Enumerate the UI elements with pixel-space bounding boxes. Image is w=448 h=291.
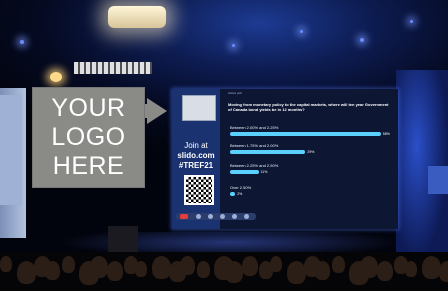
- poll-option-bar-track: 11%: [230, 170, 386, 174]
- poll-option-bar: [230, 192, 236, 196]
- projection-screen: Join at slido.com #TREF21 Active poll Mo…: [172, 89, 398, 229]
- ceiling-light: [20, 40, 24, 44]
- audience-head: [270, 256, 282, 272]
- audience-head: [377, 261, 393, 281]
- ceiling-light: [300, 30, 303, 33]
- poll-question: Moving from monetary policy to the capit…: [228, 102, 389, 112]
- ceiling-light: [232, 44, 235, 47]
- slide-sidebar: Join at slido.com #TREF21: [172, 89, 220, 229]
- poll-header: Active poll: [228, 91, 242, 95]
- poll-option-percent: 2%: [237, 192, 243, 196]
- poll-option-bar: [230, 150, 306, 154]
- chandelier: [108, 6, 166, 28]
- toolbar-dot-icon: [208, 214, 213, 219]
- audience-head: [107, 261, 123, 281]
- poll-option-bar-track: 2%: [230, 192, 386, 196]
- audience-head: [62, 256, 75, 273]
- poll-option-label: Between 2.00% and 2.25%: [230, 125, 279, 130]
- poll-option-percent: 11%: [260, 170, 268, 174]
- audience-head: [152, 256, 171, 279]
- audience-head: [439, 261, 448, 282]
- join-line1: Join at: [184, 141, 208, 150]
- audience-head: [0, 256, 12, 272]
- audience-head: [422, 256, 441, 279]
- left-screen-panel: [0, 95, 22, 205]
- audience-head: [242, 256, 258, 276]
- audience-head: [315, 261, 330, 280]
- audience-head: [225, 261, 243, 283]
- conference-room-photo: Join at slido.com #TREF21 Active poll Mo…: [0, 0, 448, 291]
- audience-head: [197, 261, 210, 278]
- poll-option-bar-track: 58%: [230, 132, 390, 136]
- poll-option-percent: 29%: [307, 150, 315, 154]
- audience-head: [360, 256, 378, 278]
- ceiling-light: [410, 20, 413, 23]
- logo-placeholder-box: YOUR LOGO HERE: [32, 87, 145, 188]
- lamp-glow: [50, 72, 62, 82]
- right-wall-lighting: [396, 70, 448, 260]
- ceiling-light: [360, 38, 364, 42]
- join-code: #TREF21: [178, 161, 214, 170]
- audience-head: [332, 256, 345, 273]
- audience-head: [405, 261, 417, 277]
- audience-head: [180, 256, 195, 275]
- poll-option-label: Between 1.75% and 2.00%: [230, 143, 279, 148]
- poll-option-bar: [230, 170, 259, 174]
- poll-option-label: Over 2.50%: [230, 185, 252, 190]
- arrow-icon: [147, 98, 167, 124]
- slide-logo-placeholder: [182, 95, 216, 121]
- slido-toolbar: [176, 213, 256, 220]
- poll-option-label: Between 2.25% and 2.50%: [230, 163, 279, 168]
- record-icon: [180, 214, 188, 219]
- logo-text-line: YOUR: [51, 94, 126, 122]
- qr-code: [184, 175, 214, 205]
- audience-head: [135, 261, 147, 277]
- join-info: Join at slido.com #TREF21: [172, 141, 220, 171]
- poll-option-percent: 58%: [382, 132, 390, 136]
- audience-head: [45, 261, 60, 280]
- audience-head: [90, 256, 108, 278]
- poll-option-bar-track: 29%: [230, 150, 386, 154]
- audience-silhouettes: [0, 252, 448, 291]
- right-side-screen: [428, 166, 448, 194]
- toolbar-dot-icon: [220, 214, 225, 219]
- toolbar-dot-icon: [244, 214, 249, 219]
- join-url: slido.com: [177, 151, 215, 160]
- logo-text-line: LOGO: [51, 123, 126, 151]
- stage-light-strip: [74, 62, 152, 74]
- toolbar-dot-icon: [232, 214, 237, 219]
- poll-option-bar: [230, 132, 381, 136]
- logo-text-line: HERE: [52, 152, 125, 180]
- toolbar-dot-icon: [196, 214, 201, 219]
